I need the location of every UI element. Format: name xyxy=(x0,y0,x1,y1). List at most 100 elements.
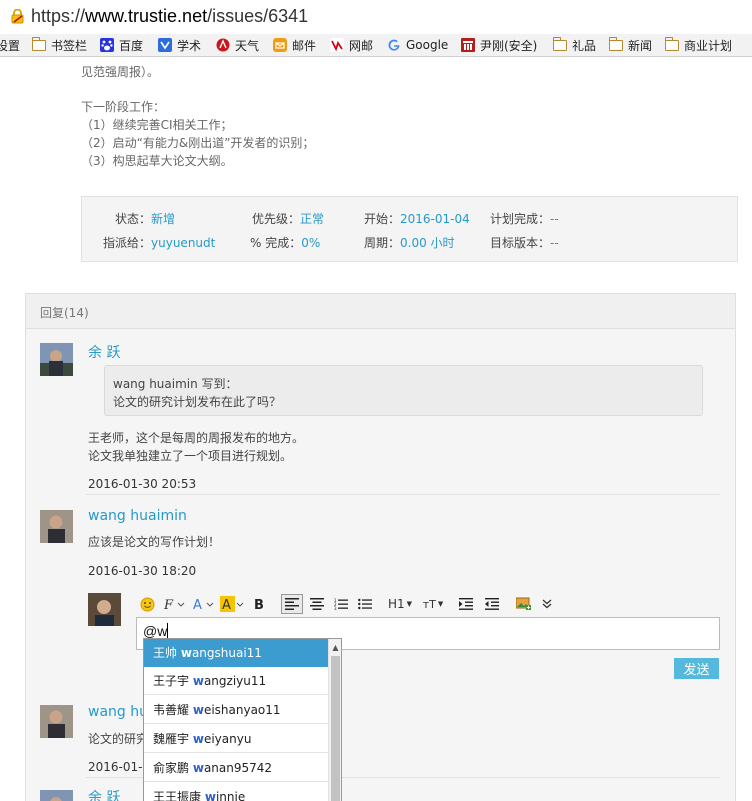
bookmark-security[interactable]: 尹刚(安全) xyxy=(461,37,537,53)
svg-text:A: A xyxy=(193,598,202,611)
mail-icon xyxy=(273,38,287,52)
font-size-button[interactable]: тT ▼ xyxy=(420,594,446,614)
issue-desc-line: 见范强周报）。 xyxy=(81,65,160,79)
align-center-icon xyxy=(310,598,324,610)
insert-image-button[interactable] xyxy=(514,594,532,614)
current-user-avatar xyxy=(88,593,121,626)
avatar[interactable] xyxy=(40,790,73,801)
bookmark-weather[interactable]: 天气 xyxy=(216,37,259,53)
mention-option[interactable]: 王王振康 w innie xyxy=(144,783,328,801)
issue-page: 见范强周报）。 下一阶段工作： （1）继续完善CI相关工作； （2）启动“有能力… xyxy=(0,57,752,801)
avatar[interactable] xyxy=(40,343,73,376)
reply-body: 应该是论文的写作计划！ xyxy=(88,535,221,549)
reply-body-line: 王老师，这个是每周的周报发布的地方。 xyxy=(88,431,305,445)
bookmark-mail[interactable]: 邮件 xyxy=(273,37,316,53)
emoji-button[interactable] xyxy=(138,594,156,614)
bookmark-folder-news[interactable]: 新闻 xyxy=(608,36,652,53)
reply-timestamp: 2016-01-30 18:20 xyxy=(88,564,197,578)
netease-mail-icon xyxy=(330,38,344,52)
chevron-down-icon: ▼ xyxy=(406,600,413,608)
editor-text: @w xyxy=(143,623,168,639)
attr-status: 状态：新增 xyxy=(115,212,176,226)
issue-attributes: 状态：新增 优先级：正常 开始：2016-01-04 计划完成：-- 指派给：y… xyxy=(81,196,738,262)
replies-header xyxy=(25,293,736,329)
bookmark-settings[interactable]: 设置 xyxy=(0,37,20,53)
attr-start: 开始：2016-01-04 xyxy=(364,212,470,226)
ordered-list-button[interactable]: 123 xyxy=(332,594,350,614)
url-scheme: https:// xyxy=(31,6,86,26)
reply-author-link[interactable]: wang huaimin xyxy=(88,508,187,524)
align-center-button[interactable] xyxy=(308,594,326,614)
address-bar[interactable]: https://www.trustie.net/issues/6341 xyxy=(0,0,752,35)
mention-option[interactable]: 俞家鹏 w anan95742 xyxy=(144,754,328,782)
attr-target-version: 目标版本：-- xyxy=(490,236,559,250)
security-icon xyxy=(461,38,475,52)
folder-icon xyxy=(664,36,679,51)
svg-text:3: 3 xyxy=(334,606,337,610)
avatar[interactable] xyxy=(40,705,73,738)
mention-option[interactable]: 韦善耀 w eishanyao11 xyxy=(144,696,328,724)
svg-text:A: A xyxy=(222,598,231,612)
weather-icon xyxy=(216,38,230,52)
quote-header: wang huaimin 写到： xyxy=(113,377,238,391)
svg-text:F: F xyxy=(164,598,174,611)
unordered-list-button[interactable] xyxy=(356,594,374,614)
xueshu-icon xyxy=(158,38,172,52)
mention-option[interactable]: 魏雁宇 w eiyanyu xyxy=(144,725,328,753)
attr-priority: 优先级：正常 xyxy=(252,212,325,226)
bullet-list-icon xyxy=(358,598,372,610)
reply-body-line: 论文我单独建立了一个项目进行规划。 xyxy=(88,449,293,463)
url-text[interactable]: https://www.trustie.net/issues/6341 xyxy=(31,6,308,27)
attr-period: 周期：0.00 小时 xyxy=(364,236,455,250)
mention-option[interactable]: 王帅 w angshuai11 xyxy=(144,639,328,667)
folder-icon xyxy=(31,36,46,51)
image-icon xyxy=(515,597,531,610)
reply-author-link[interactable]: 余 跃 xyxy=(88,787,120,801)
font-family-button[interactable]: F xyxy=(164,594,186,614)
bookmark-folder-business[interactable]: 商业计划 xyxy=(664,36,732,53)
mention-scrollbar[interactable]: ▲ xyxy=(328,639,341,801)
bookmarks-bar: 设置 书签栏 百度 学术 天气 邮件 xyxy=(0,34,752,57)
more-tools-button[interactable] xyxy=(539,594,555,614)
send-button[interactable]: 发送 xyxy=(674,658,719,679)
baidu-paw-icon xyxy=(100,38,114,52)
folder-icon xyxy=(608,36,623,51)
bold-button[interactable]: B xyxy=(252,594,268,614)
url-host: www.trustie.net xyxy=(85,6,208,26)
font-color-icon: A xyxy=(193,598,214,611)
attr-percent: % 完成：0% xyxy=(250,236,321,250)
highlight-color-button[interactable]: A xyxy=(220,594,245,614)
scroll-up-arrow-icon[interactable]: ▲ xyxy=(329,641,341,653)
reply-author-link[interactable]: 余 跃 xyxy=(88,342,120,362)
bookmark-folder-bookmarks[interactable]: 书签栏 xyxy=(31,36,87,53)
quote-text: 论文的研究计划发布在此了吗？ xyxy=(113,395,282,409)
indent-button[interactable] xyxy=(457,594,475,614)
bookmark-netease-mail[interactable]: 网邮 xyxy=(330,37,373,53)
bold-icon: B xyxy=(254,598,264,611)
scroll-thumb[interactable] xyxy=(331,656,340,801)
google-icon xyxy=(388,39,400,51)
reply-divider xyxy=(86,494,720,495)
replies-title: 回复(14) xyxy=(40,306,89,320)
bookmark-google[interactable]: Google xyxy=(387,37,448,53)
bookmark-xueshu[interactable]: 学术 xyxy=(158,37,201,53)
outdent-icon xyxy=(485,598,499,610)
align-left-button[interactable] xyxy=(281,594,303,614)
bookmark-folder-gifts[interactable]: 礼品 xyxy=(552,36,596,53)
avatar[interactable] xyxy=(40,510,73,543)
reply-author-link[interactable]: wang hu xyxy=(88,704,148,720)
font-color-button[interactable]: A xyxy=(193,594,215,614)
assignee-link[interactable]: yuyuenudt xyxy=(151,236,215,250)
align-left-icon xyxy=(285,598,299,610)
reply-body: 论文的研究 xyxy=(88,732,149,746)
heading-button[interactable]: H1 ▼ xyxy=(386,594,414,614)
issue-desc-line: （2）启动“有能力&刚出道”开发者的识别； xyxy=(81,136,315,150)
double-chevron-down-icon xyxy=(542,599,552,609)
chevron-down-icon: ▼ xyxy=(437,600,444,608)
issue-desc-line: （3）构思起草大论文大纲。 xyxy=(81,154,233,168)
outdent-button[interactable] xyxy=(483,594,501,614)
indent-icon xyxy=(459,598,473,610)
bookmark-baidu[interactable]: 百度 xyxy=(100,37,143,53)
editor-toolbar: F A A B 1 2 3 H1 ▼ тT ▼ xyxy=(138,594,558,614)
mention-option[interactable]: 王子宇 w angziyu11 xyxy=(144,667,328,695)
